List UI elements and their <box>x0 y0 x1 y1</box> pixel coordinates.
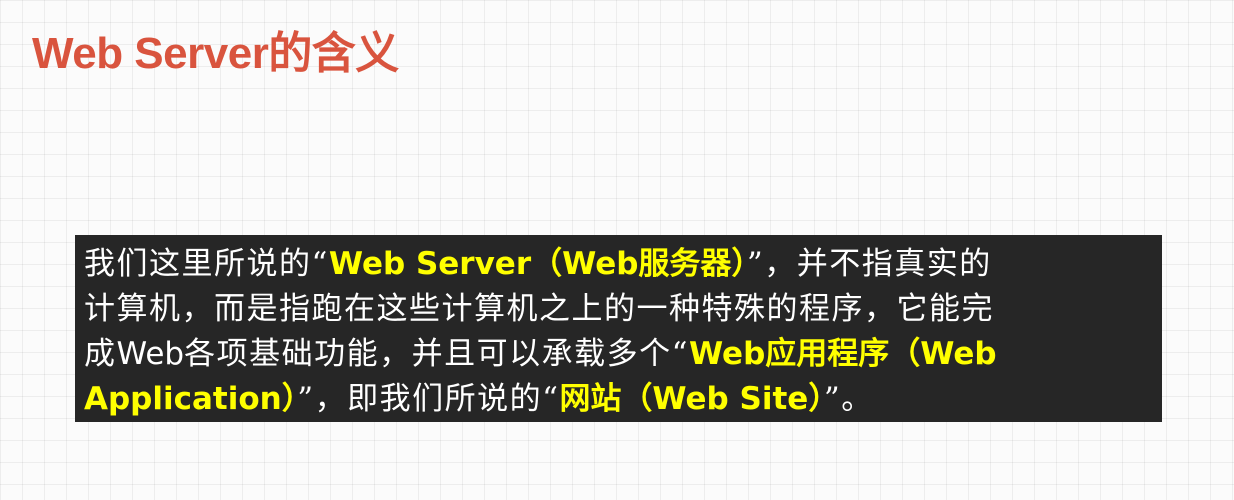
callout-text: ”，即我们所说的“ <box>297 381 560 417</box>
callout-line-3: 成Web各项基础功能，并且可以承载多个“Web应用程序（Web <box>84 332 1152 377</box>
highlight-web-server: Web Server（Web服务器） <box>328 246 747 282</box>
callout-line-4: Application）”，即我们所说的“网站（Web Site）”。 <box>84 377 1152 422</box>
slide-title: Web Server的含义 <box>32 29 399 78</box>
definition-callout: 我们这里所说的“Web Server（Web服务器）”，并不指真实的 计算机，而… <box>75 235 1162 422</box>
highlight-application: Application） <box>84 381 298 417</box>
highlight-web-site: 网站（Web Site） <box>559 381 824 417</box>
callout-text: ”。 <box>823 381 874 417</box>
callout-text: 成 <box>84 336 117 372</box>
highlight-web-application: Web应用程序（Web <box>688 336 997 372</box>
slide: { "slide": { "title": "Web Server的含义" },… <box>0 0 1234 500</box>
callout-text: 我们这里所说的“ <box>84 246 329 282</box>
callout-text: 各项基础功能，并且可以承载多个“ <box>184 336 689 372</box>
callout-text: 计算机，而是指跑在这些计算机之上的一种特殊的程序，它能完 <box>84 291 994 327</box>
callout-text: ”，并不指真实的 <box>746 246 992 282</box>
callout-line-2: 计算机，而是指跑在这些计算机之上的一种特殊的程序，它能完 <box>84 287 1152 332</box>
callout-text-web: Web <box>116 336 185 372</box>
callout-line-1: 我们这里所说的“Web Server（Web服务器）”，并不指真实的 <box>84 242 1152 287</box>
